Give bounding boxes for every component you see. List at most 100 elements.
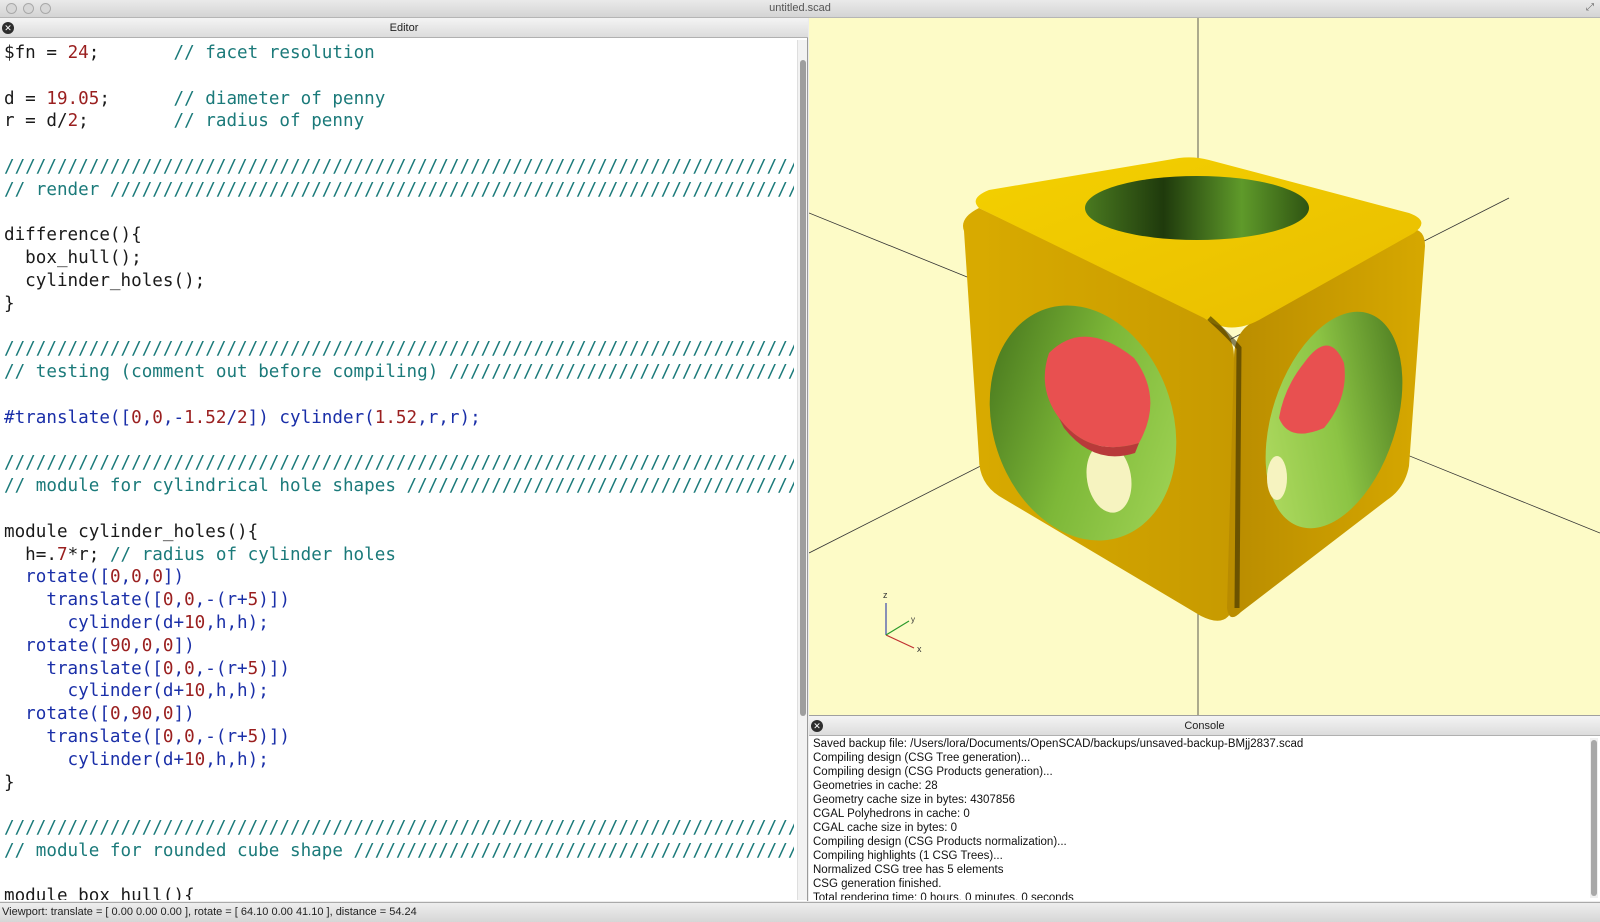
code-token: ; xyxy=(88,43,174,63)
console-line: Normalized CSG tree has 5 elements xyxy=(813,864,1004,876)
code-token: ]) xyxy=(173,704,195,725)
code-line: translate([0,0,-(r+5)]) xyxy=(4,658,794,681)
code-token: 0 xyxy=(162,590,174,611)
editor-title: Editor xyxy=(389,22,419,34)
code-token: } xyxy=(4,293,15,314)
code-token: 0 xyxy=(162,726,174,747)
code-token: )]) xyxy=(258,726,291,747)
code-line: // module for rounded cube shape ///////… xyxy=(4,840,794,863)
code-token: cylinder(d+ xyxy=(4,612,185,633)
editor-scrollbar[interactable] xyxy=(797,40,807,900)
console-line: Geometries in cache: 28 xyxy=(813,780,938,792)
code-token: 90 xyxy=(131,704,153,725)
console-pane: ✕ Console Saved backup file: /Users/lora… xyxy=(809,715,1600,901)
code-line: translate([0,0,-(r+5)]) xyxy=(4,589,794,612)
console-output: Saved backup file: /Users/lora/Documents… xyxy=(813,737,1585,900)
code-token: )]) xyxy=(258,590,291,611)
code-token: translate([ xyxy=(4,658,163,679)
status-bar: Viewport: translate = [ 0.00 0.00 0.00 ]… xyxy=(0,902,1600,922)
console-line: Compiling design (CSG Products normaliza… xyxy=(813,836,1067,848)
app-window: untitled.scad ⤢ ✕ Editor $fn = 24; // fa… xyxy=(0,0,1600,922)
code-token: 0 xyxy=(162,658,174,679)
console-line: Compiling highlights (1 CSG Trees)... xyxy=(813,850,1003,862)
code-line: box_hull(); xyxy=(4,247,794,270)
code-token: 0 xyxy=(141,635,153,656)
console-line: CSG generation finished. xyxy=(813,878,942,890)
code-token: 0 xyxy=(184,726,195,747)
editor-scroll-thumb[interactable] xyxy=(800,60,806,716)
code-token: 5 xyxy=(247,590,259,611)
code-token: 0 xyxy=(131,407,142,428)
code-token: // render //////////////////////////////… xyxy=(4,179,794,200)
close-editor-icon[interactable]: ✕ xyxy=(2,22,14,34)
code-token: 1.52 xyxy=(374,407,418,428)
code-token: box_hull(); xyxy=(4,248,142,269)
code-token: 1.52 xyxy=(184,407,227,428)
console-line: Total rendering time: 0 hours, 0 minutes… xyxy=(813,892,1074,900)
code-line: // testing (comment out before compiling… xyxy=(4,361,794,384)
code-token: ,h,h); xyxy=(205,612,269,633)
console-line: Saved backup file: /Users/lora/Documents… xyxy=(813,738,1304,750)
code-token: rotate([ xyxy=(4,635,110,656)
fullscreen-icon[interactable]: ⤢ xyxy=(1586,2,1594,13)
code-token: 0 xyxy=(152,567,163,588)
code-line: difference(){ xyxy=(4,224,794,247)
code-token: , xyxy=(173,726,185,747)
code-token: 10 xyxy=(184,612,206,633)
code-line: cylinder(d+10,h,h); xyxy=(4,680,794,703)
console-header: ✕ Console xyxy=(809,716,1600,736)
code-line: cylinder(d+10,h,h); xyxy=(4,749,794,772)
code-token: ////////////////////////////////////////… xyxy=(4,339,794,360)
code-line: #translate([0,0,-1.52/2]) cylinder(1.52,… xyxy=(4,407,794,430)
code-token: 10 xyxy=(184,749,206,770)
console-scrollbar[interactable] xyxy=(1590,738,1598,898)
axis-label-z: z xyxy=(883,590,888,600)
code-token: 10 xyxy=(184,681,206,702)
editor-pane: ✕ Editor $fn = 24; // facet resolution d… xyxy=(0,18,808,901)
code-token: ,- xyxy=(162,407,185,428)
code-token: 2 xyxy=(67,111,79,132)
code-token: 90 xyxy=(109,635,132,656)
code-line: r = d/2; // radius of penny xyxy=(4,110,794,133)
code-token: , xyxy=(173,658,185,679)
code-token: h=. xyxy=(4,544,57,565)
code-line: // render //////////////////////////////… xyxy=(4,179,794,202)
code-line: ////////////////////////////////////////… xyxy=(4,156,794,179)
code-editor[interactable]: $fn = 24; // facet resolution d = 19.05;… xyxy=(4,42,794,900)
window-title: untitled.scad xyxy=(769,2,831,14)
console-line: Compiling design (CSG Tree generation)..… xyxy=(813,752,1031,764)
code-token: module box_hull(){ xyxy=(4,886,195,900)
code-token: translate([ xyxy=(4,726,163,747)
console-scroll-thumb[interactable] xyxy=(1591,740,1597,896)
3d-viewport[interactable]: z y x xyxy=(809,18,1600,715)
code-token: 2 xyxy=(237,407,248,428)
axis-gizmo: z y x xyxy=(883,590,922,654)
render-canvas[interactable]: z y x xyxy=(809,18,1600,715)
code-token: 0 xyxy=(162,704,174,725)
code-token: *r; xyxy=(67,544,110,565)
code-token: 24 xyxy=(67,43,89,63)
code-token: rotate([ xyxy=(4,567,110,588)
close-console-icon[interactable]: ✕ xyxy=(811,720,823,732)
top-hole xyxy=(1085,176,1309,240)
code-token: r = d/ xyxy=(4,111,68,132)
code-token: 0 xyxy=(109,704,121,725)
cube-model xyxy=(963,157,1425,621)
code-token: ,-(r+ xyxy=(194,590,248,611)
code-line: } xyxy=(4,293,794,316)
code-token: ; xyxy=(99,88,174,109)
code-line: rotate([0,90,0]) xyxy=(4,703,794,726)
code-token: , xyxy=(141,567,153,588)
code-line: module cylinder_holes(){ xyxy=(4,521,794,544)
code-token: // module for cylindrical hole shapes //… xyxy=(4,476,794,497)
code-token: 0 xyxy=(162,635,174,656)
code-line: ////////////////////////////////////////… xyxy=(4,452,794,475)
code-line: rotate([0,0,0]) xyxy=(4,566,794,589)
code-token: cylinder_holes(); xyxy=(4,270,206,291)
code-token: translate([ xyxy=(4,590,163,611)
